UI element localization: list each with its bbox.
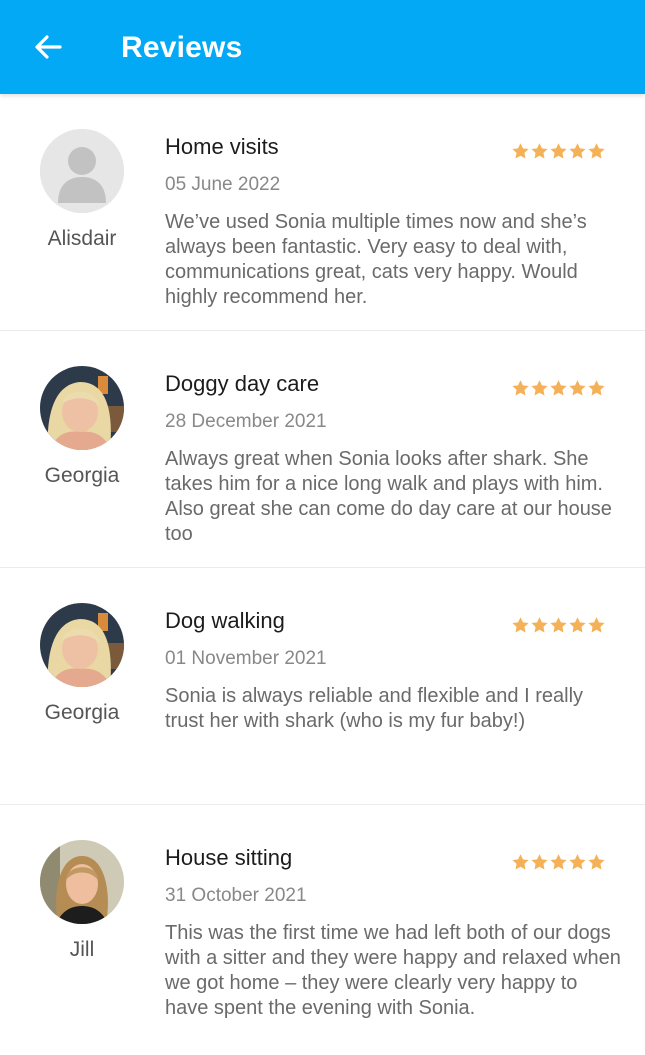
star-icon bbox=[531, 854, 548, 870]
star-icon bbox=[569, 380, 586, 396]
star-icon bbox=[569, 854, 586, 870]
star-icon bbox=[512, 380, 529, 396]
avatar bbox=[40, 603, 124, 687]
star-icon bbox=[550, 143, 567, 159]
review-item: Alisdair Home visits 05 June 2022 We’ve … bbox=[0, 94, 645, 331]
reviewer-name: Jill bbox=[69, 938, 95, 961]
page-title: Reviews bbox=[121, 31, 243, 64]
review-text: Sonia is always reliable and flexible an… bbox=[165, 685, 584, 732]
avatar bbox=[40, 129, 124, 213]
reviewer-name: Georgia bbox=[44, 701, 120, 724]
review-date: 05 June 2022 bbox=[165, 174, 281, 195]
default-avatar-icon bbox=[40, 129, 124, 213]
service-title: Home visits bbox=[165, 134, 279, 159]
star-rating bbox=[511, 853, 606, 872]
review-date: 01 November 2021 bbox=[165, 648, 327, 669]
star-icon bbox=[588, 380, 605, 396]
star-icon bbox=[588, 854, 605, 870]
reviewer-photo bbox=[40, 366, 124, 450]
reviewer-photo bbox=[40, 840, 124, 924]
star-icon bbox=[550, 854, 567, 870]
service-title: House sitting bbox=[165, 845, 293, 870]
reviewer-photo bbox=[40, 603, 124, 687]
review-item: Georgia Dog walking 01 November 2021 Son… bbox=[0, 568, 645, 805]
reviewer-name: Georgia bbox=[44, 464, 120, 487]
app-bar: Reviews bbox=[0, 0, 645, 94]
avatar bbox=[40, 366, 124, 450]
star-rating bbox=[511, 142, 606, 161]
star-icon bbox=[531, 143, 548, 159]
star-rating bbox=[511, 616, 606, 635]
reviews-list: Alisdair Home visits 05 June 2022 We’ve … bbox=[0, 94, 645, 1055]
star-icon bbox=[569, 143, 586, 159]
review-item: Jill House sitting 31 October 2021 This … bbox=[0, 805, 645, 1055]
back-button[interactable] bbox=[26, 27, 70, 67]
star-icon bbox=[550, 617, 567, 633]
service-title: Dog walking bbox=[165, 608, 285, 633]
arrow-left-icon bbox=[35, 35, 62, 59]
star-icon bbox=[588, 143, 605, 159]
star-icon bbox=[512, 617, 529, 633]
review-date: 31 October 2021 bbox=[165, 885, 307, 906]
star-icon bbox=[531, 617, 548, 633]
service-title: Doggy day care bbox=[165, 371, 320, 396]
star-rating bbox=[511, 379, 606, 398]
review-text: This was the first time we had left both… bbox=[165, 922, 621, 1019]
star-icon bbox=[512, 143, 529, 159]
review-date: 28 December 2021 bbox=[165, 411, 327, 432]
star-icon bbox=[512, 854, 529, 870]
avatar bbox=[40, 840, 124, 924]
review-item: Georgia Doggy day care 28 December 2021 … bbox=[0, 331, 645, 568]
star-icon bbox=[588, 617, 605, 633]
review-text: Always great when Sonia looks after shar… bbox=[165, 448, 612, 545]
star-icon bbox=[550, 380, 567, 396]
review-text: We’ve used Sonia multiple times now and … bbox=[165, 211, 587, 308]
star-icon bbox=[569, 617, 586, 633]
star-icon bbox=[531, 380, 548, 396]
reviewer-name: Alisdair bbox=[47, 227, 117, 250]
